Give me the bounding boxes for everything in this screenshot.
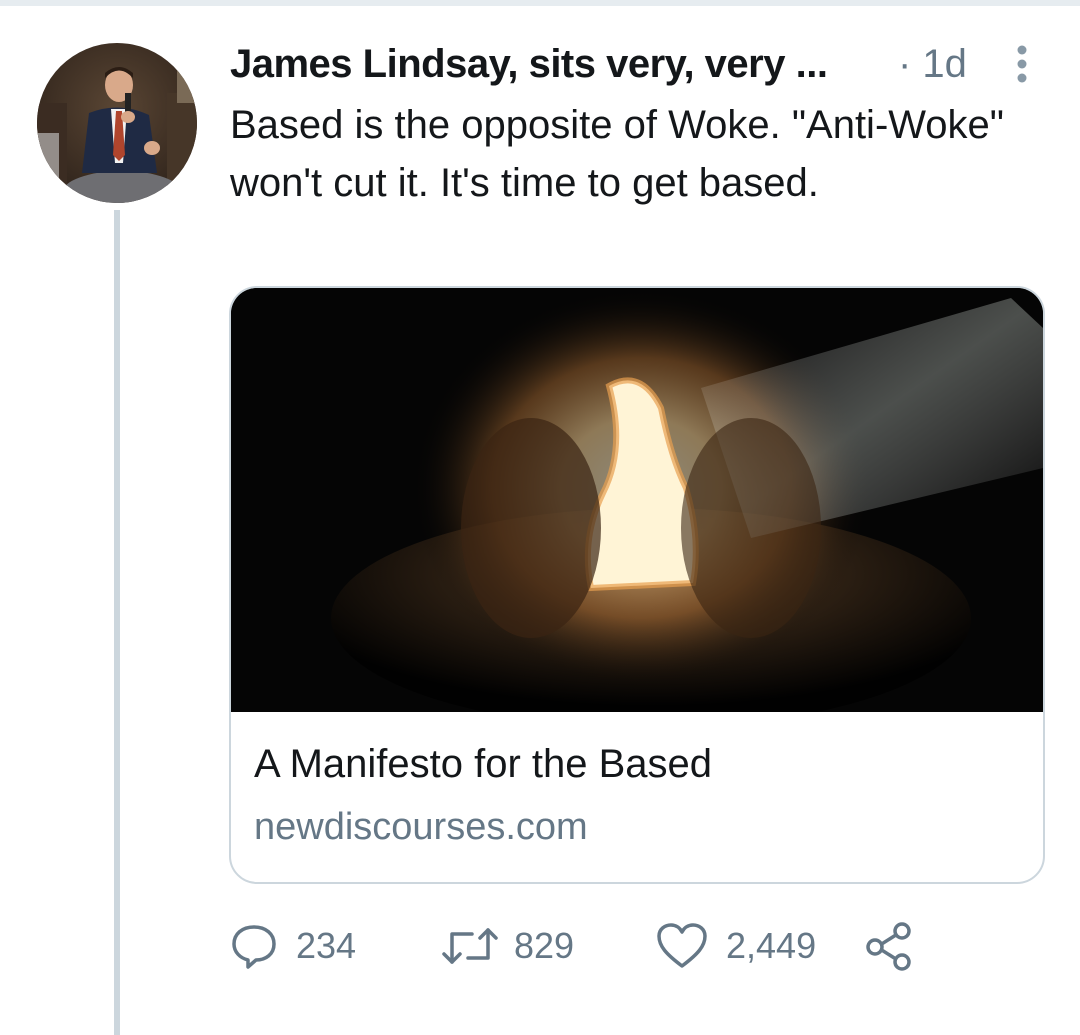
like-button[interactable]: 2,449 [656,918,816,974]
reply-icon [232,925,276,969]
heart-icon [657,923,707,968]
card-domain: newdiscourses.com [254,806,588,848]
avatar-photo [37,43,197,203]
share-button[interactable] [864,918,914,974]
link-card[interactable]: A Manifesto for the Based newdiscourses.… [229,286,1045,884]
thread-line [114,210,120,1035]
like-count: 2,449 [726,925,817,966]
tweet-text: Based is the opposite of Woke. "Anti-Wok… [230,103,1004,205]
top-divider [0,0,1080,6]
avatar[interactable] [37,43,197,203]
card-title: A Manifesto for the Based [254,742,713,786]
author-name[interactable]: James Lindsay, sits very, very ... [230,42,828,87]
reply-count: 234 [296,925,357,966]
retweet-icon [442,928,498,964]
timestamp[interactable]: · 1d [898,42,967,87]
tweet-header: James Lindsay, sits very, very ... · 1d [230,38,1040,88]
retweet-button[interactable]: 829 [440,918,574,974]
retweet-count: 829 [514,925,575,966]
tweet-actions: 234 829 2,449 [230,918,950,974]
reply-button[interactable]: 234 [230,918,356,974]
card-image [231,288,1043,728]
share-icon [866,922,911,971]
more-vertical-icon[interactable] [1010,42,1034,86]
